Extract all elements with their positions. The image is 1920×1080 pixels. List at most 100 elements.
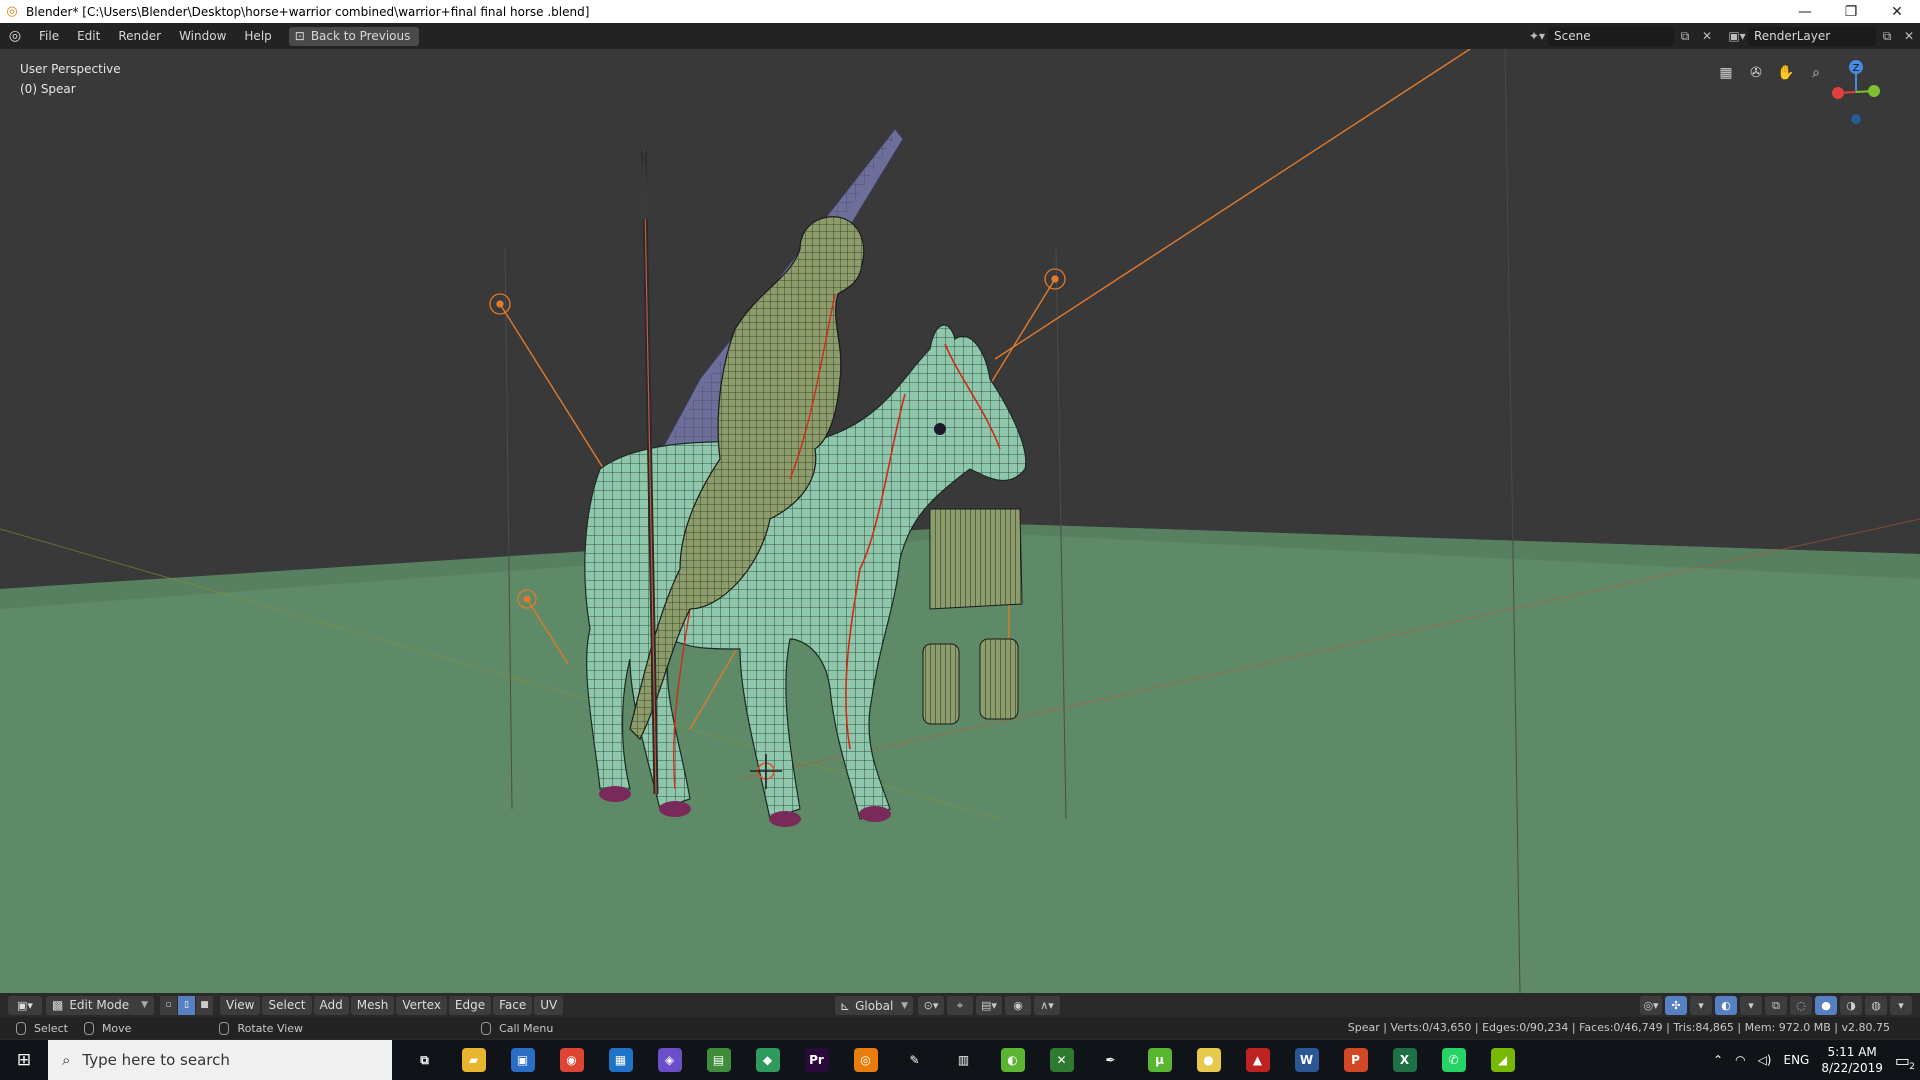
snap-toggle-icon[interactable]: ⌖ (947, 996, 973, 1015)
proportional-edit-icon[interactable]: ◉ (1005, 996, 1031, 1015)
solid-shading-icon[interactable]: ● (1815, 996, 1837, 1015)
material-shading-icon[interactable]: ◑ (1840, 996, 1862, 1015)
render-layer-field[interactable]: RenderLayer (1748, 26, 1876, 46)
windows-start-icon[interactable]: ⊞ (0, 1040, 48, 1080)
menu-help[interactable]: Help (235, 23, 280, 49)
menu-window[interactable]: Window (170, 23, 235, 49)
view-name: User Perspective (20, 62, 121, 76)
menu-view[interactable]: View (220, 995, 261, 1015)
word-icon-glyph: W (1294, 1048, 1319, 1072)
overlay-toggle-icon[interactable]: ◐ (1715, 996, 1737, 1015)
orientation-label: Global (855, 998, 894, 1013)
clock[interactable]: 5:11 AM 8/22/2019 (1821, 1044, 1883, 1076)
menu-edge[interactable]: Edge (448, 995, 492, 1015)
ortho-toggle-icon[interactable]: ▦ (1714, 61, 1738, 85)
volume-icon[interactable]: ◁) (1758, 1053, 1772, 1067)
camera-view-icon[interactable]: ✇ (1744, 61, 1768, 85)
delete-renderlayer-icon[interactable]: ✕ (1898, 27, 1920, 46)
face-select-icon[interactable]: ■ (196, 995, 214, 1015)
chrome-icon[interactable]: ◉ (547, 1040, 596, 1080)
language-indicator[interactable]: ENG (1783, 1053, 1809, 1067)
store-icon-glyph: ▣ (510, 1048, 535, 1072)
new-renderlayer-icon[interactable]: ⧉ (1876, 27, 1898, 46)
active-object-name: (0) Spear (20, 82, 76, 96)
whatsapp-icon[interactable]: ✆ (1429, 1040, 1478, 1080)
delete-scene-icon[interactable]: ✕ (1696, 27, 1718, 46)
vscode-icon[interactable]: ◆ (743, 1040, 792, 1080)
excel-icon-glyph: X (1392, 1048, 1417, 1072)
file-explorer-icon[interactable]: ▰ (449, 1040, 498, 1080)
menu-file[interactable]: File (30, 23, 68, 49)
falloff-icon[interactable]: ∧▾ (1034, 996, 1060, 1015)
calendar-app-icon[interactable]: ▦ (596, 1040, 645, 1080)
blender-icon-glyph: ◎ (853, 1048, 878, 1072)
hint-select: Select (16, 1021, 68, 1035)
premiere-icon[interactable]: Pr (792, 1040, 841, 1080)
nvidia-icon[interactable]: ◢ (1478, 1040, 1527, 1080)
excel-icon[interactable]: X (1380, 1040, 1429, 1080)
notification-center-icon[interactable]: ▭ 2 (1895, 1051, 1915, 1072)
tools-icon-glyph: ✎ (909, 1053, 920, 1067)
menu-face[interactable]: Face (493, 995, 533, 1015)
amd-icon[interactable]: ▲ (1233, 1040, 1282, 1080)
snap-target-icon[interactable]: ▤▾ (976, 996, 1002, 1015)
menu-mesh[interactable]: Mesh (350, 995, 395, 1015)
coin-icon[interactable]: ● (1184, 1040, 1233, 1080)
rendered-shading-icon[interactable]: ◍ (1865, 996, 1887, 1015)
wireframe-shading-icon[interactable]: ◌ (1790, 996, 1812, 1015)
android-icon[interactable]: ◐ (988, 1040, 1037, 1080)
edge-select-icon[interactable]: ▯ (178, 995, 196, 1015)
clock-date: 8/22/2019 (1821, 1061, 1883, 1075)
shading-menu-icon[interactable]: ▾ (1890, 996, 1912, 1015)
pen-icon[interactable]: ✒ (1086, 1040, 1135, 1080)
gizmo-menu-icon[interactable]: ▾ (1690, 996, 1712, 1015)
back-to-previous-button[interactable]: ⊡ Back to Previous (288, 26, 420, 46)
minimize-icon[interactable]: — (1782, 0, 1828, 23)
powerpoint-icon-glyph: P (1343, 1048, 1368, 1072)
wifi-icon[interactable]: ◠ (1735, 1053, 1745, 1067)
scene-browse-icon[interactable]: ✦▾ (1526, 27, 1548, 46)
xray-toggle-icon[interactable]: ⧉ (1765, 996, 1787, 1015)
vertex-select-icon[interactable]: ▫ (160, 995, 178, 1015)
xbox-icon[interactable]: ✕ (1037, 1040, 1086, 1080)
back-icon: ⊡ (294, 29, 305, 43)
menu-add[interactable]: Add (313, 995, 349, 1015)
menu-edit[interactable]: Edit (68, 23, 109, 49)
editor-type-icon[interactable]: ▣▾ (8, 995, 42, 1015)
utorrent-icon-glyph: µ (1147, 1048, 1172, 1072)
calculator-icon[interactable]: ▥ (939, 1040, 988, 1080)
visibility-icon[interactable]: ◎▾ (1640, 996, 1662, 1015)
file-explorer-icon-glyph: ▰ (461, 1048, 486, 1072)
3d-viewport[interactable]: User Perspective (0) Spear ▦ ✇ ✋ ⌕ Z (0, 49, 1920, 1003)
zoom-icon[interactable]: ⌕ (1804, 61, 1828, 85)
select-mode-group: ▫ ▯ ■ (160, 995, 214, 1015)
blender-menu-icon[interactable]: ◎ (0, 23, 30, 49)
task-view-icon[interactable]: ⧉ (400, 1040, 449, 1080)
word-icon[interactable]: W (1282, 1040, 1331, 1080)
utorrent-icon[interactable]: µ (1135, 1040, 1184, 1080)
menu-uv[interactable]: UV (534, 995, 564, 1015)
taskbar-search-box[interactable]: ⌕ Type here to search (48, 1040, 392, 1080)
store-icon[interactable]: ▣ (498, 1040, 547, 1080)
menu-select[interactable]: Select (262, 995, 312, 1015)
mode-selector[interactable]: ▩ Edit Mode ▼ (46, 995, 154, 1015)
overlay-menu-icon[interactable]: ▾ (1740, 996, 1762, 1015)
blender-icon[interactable]: ◎ (841, 1040, 890, 1080)
teams-app-icon[interactable]: ◈ (645, 1040, 694, 1080)
axis-orientation-gizmo[interactable]: Z (1830, 59, 1890, 139)
menu-render[interactable]: Render (109, 23, 170, 49)
new-scene-icon[interactable]: ⧉ (1674, 27, 1696, 46)
menu-vertex[interactable]: Vertex (396, 995, 447, 1015)
pan-hand-icon[interactable]: ✋ (1774, 61, 1798, 85)
scene-name-field[interactable]: Scene (1548, 26, 1674, 46)
restore-icon[interactable]: ❐ (1828, 0, 1874, 23)
renderlayer-browse-icon[interactable]: ▣▾ (1726, 27, 1748, 46)
transform-orientation-selector[interactable]: ⊾ Global ▼ (835, 996, 913, 1015)
tools-icon[interactable]: ✎ (890, 1040, 939, 1080)
gizmo-toggle-icon[interactable]: ✣ (1665, 996, 1687, 1015)
pivot-point-icon[interactable]: ⊙▾ (918, 996, 944, 1015)
close-icon[interactable]: ✕ (1874, 0, 1920, 23)
powerpoint-icon[interactable]: P (1331, 1040, 1380, 1080)
tray-chevron-up-icon[interactable]: ⌃ (1713, 1053, 1723, 1067)
photos-app-icon[interactable]: ▤ (694, 1040, 743, 1080)
